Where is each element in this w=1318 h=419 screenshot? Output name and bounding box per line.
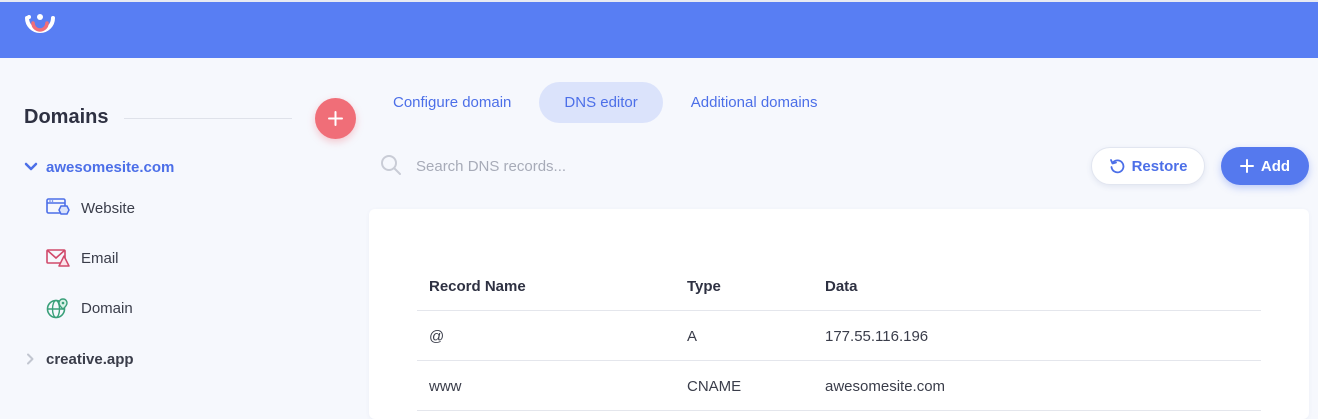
add-label: Add <box>1260 157 1291 175</box>
add-record-button[interactable]: Add <box>1221 147 1309 185</box>
sidebar: Domains awesomesite.com Website Email Do… <box>0 58 360 413</box>
record-data-cell: awesomesite.com <box>825 377 946 395</box>
search-icon <box>381 155 401 175</box>
tab-bar: Configure domain DNS editor Additional d… <box>375 82 836 123</box>
website-icon <box>46 198 70 215</box>
table-row[interactable]: www CNAME awesomesite.com <box>417 361 1261 411</box>
sidebar-item-label: Website <box>81 199 135 217</box>
record-name-cell: www <box>429 377 462 395</box>
sidebar-item-website[interactable]: Website <box>46 196 135 220</box>
plus-icon <box>1239 159 1254 173</box>
sidebar-item-label: Domain <box>81 299 133 317</box>
domain-label: awesomesite.com <box>46 158 175 176</box>
tab-configure-domain[interactable]: Configure domain <box>375 82 529 123</box>
column-header-data[interactable]: Data <box>825 261 858 311</box>
restore-button[interactable]: Restore <box>1091 147 1205 185</box>
email-icon <box>46 249 70 267</box>
domain-label: creative.app <box>46 350 134 368</box>
restore-label: Restore <box>1131 157 1188 175</box>
plus-icon <box>328 111 343 126</box>
chevron-right-icon <box>27 353 34 365</box>
sidebar-item-label: Email <box>81 249 119 267</box>
restore-icon <box>1109 159 1124 174</box>
column-header-record-name[interactable]: Record Name <box>429 261 526 311</box>
brand-logo[interactable] <box>24 14 56 46</box>
sidebar-item-email[interactable]: Email <box>46 246 119 270</box>
tab-additional-domains[interactable]: Additional domains <box>673 82 836 123</box>
sidebar-item-domain[interactable]: Domain <box>46 296 133 320</box>
table-row[interactable]: @ A 177.55.116.196 <box>417 311 1261 361</box>
record-type-cell: A <box>687 327 698 345</box>
record-type-cell: CNAME <box>687 377 742 395</box>
search-input[interactable] <box>408 152 808 180</box>
chevron-down-icon <box>24 162 38 171</box>
tab-dns-editor[interactable]: DNS editor <box>539 82 663 123</box>
column-header-type[interactable]: Type <box>687 261 721 311</box>
domain-item-creative[interactable]: creative.app <box>24 348 134 370</box>
record-data-cell: 177.55.116.196 <box>825 327 929 345</box>
sidebar-title: Domains <box>24 106 109 128</box>
table-header: Record Name Type Data <box>417 261 1261 311</box>
dns-records-table: Record Name Type Data @ A 177.55.116.196… <box>417 261 1261 411</box>
top-bar <box>0 0 1318 58</box>
record-name-cell: @ <box>429 327 445 345</box>
divider <box>124 118 292 119</box>
globe-icon <box>46 298 68 319</box>
domain-item-awesomesite[interactable]: awesomesite.com <box>24 156 174 178</box>
dns-records-card: Record Name Type Data @ A 177.55.116.196… <box>369 209 1309 419</box>
add-domain-button[interactable] <box>315 98 356 139</box>
